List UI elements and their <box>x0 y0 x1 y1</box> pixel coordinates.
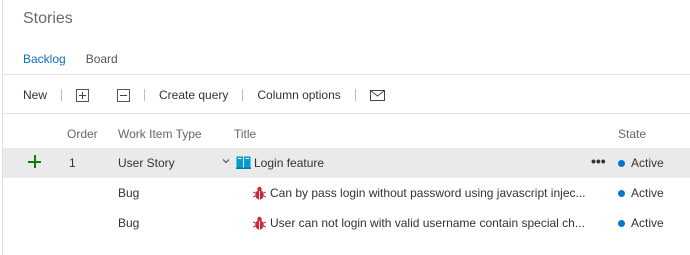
expand-all-button[interactable] <box>76 88 90 102</box>
table-row[interactable]: Bug Can by pass login without password u… <box>3 178 690 208</box>
backlog-grid: Order Work Item Type Title State 1 User … <box>3 120 690 238</box>
toolbar: New Create query Column options <box>23 86 385 104</box>
table-row[interactable]: Bug User can not login with valid userna… <box>3 208 690 238</box>
tab-backlog[interactable]: Backlog <box>23 52 66 74</box>
tab-bar: Backlog Board <box>23 52 138 74</box>
row-title[interactable]: Can by pass login without password using… <box>270 186 612 200</box>
row-order: 1 <box>69 156 76 170</box>
grid-header: Order Work Item Type Title State <box>3 120 690 148</box>
chevron-down-icon[interactable] <box>222 157 230 165</box>
tabs-divider <box>2 74 690 75</box>
bug-icon <box>253 216 266 230</box>
row-type: Bug <box>118 186 140 200</box>
column-header-state[interactable]: State <box>618 127 646 141</box>
more-actions-button[interactable]: ••• <box>591 153 606 169</box>
toolbar-separator <box>354 89 356 101</box>
column-header-order[interactable]: Order <box>67 127 98 141</box>
column-options-button[interactable]: Column options <box>257 88 340 102</box>
row-title[interactable]: Login feature <box>254 156 584 170</box>
expand-all-icon <box>76 88 90 102</box>
state-dot-icon <box>618 190 625 197</box>
collapse-all-button[interactable] <box>117 88 131 102</box>
toolbar-separator <box>61 89 63 101</box>
page-title: Stories <box>23 10 73 27</box>
create-query-button[interactable]: Create query <box>159 88 228 102</box>
row-state: Active <box>631 186 664 200</box>
add-child-icon[interactable] <box>28 155 42 169</box>
row-type: User Story <box>118 156 175 170</box>
toolbar-separator <box>144 89 146 101</box>
state-dot-icon <box>618 220 625 227</box>
state-dot-icon <box>618 160 625 167</box>
row-title[interactable]: User can not login with valid username c… <box>270 216 612 230</box>
toolbar-divider <box>2 113 690 114</box>
row-state: Active <box>631 216 664 230</box>
row-state: Active <box>631 156 664 170</box>
new-button[interactable]: New <box>23 88 47 102</box>
toolbar-separator <box>242 89 244 101</box>
bug-icon <box>253 186 266 200</box>
column-header-work-item-type[interactable]: Work Item Type <box>118 127 202 141</box>
row-type: Bug <box>118 216 140 230</box>
collapse-all-icon <box>117 88 131 102</box>
book-icon <box>236 156 251 169</box>
email-button[interactable] <box>369 89 385 101</box>
tab-board[interactable]: Board <box>86 52 118 74</box>
table-row[interactable]: 1 User Story Login feature ••• Active <box>3 148 690 178</box>
column-header-title[interactable]: Title <box>234 127 256 141</box>
mail-icon <box>369 89 385 101</box>
